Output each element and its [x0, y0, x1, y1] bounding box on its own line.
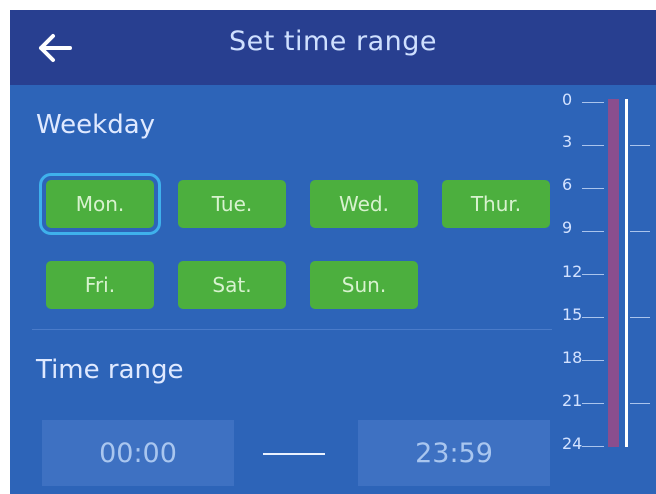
scale-tick	[582, 231, 604, 232]
scale-label-9: 9	[562, 218, 573, 237]
scale-tick	[630, 317, 650, 318]
scale-label-18: 18	[562, 348, 583, 367]
scale-tick	[582, 145, 604, 146]
scale-label-12: 12	[562, 262, 583, 281]
scale-label-6: 6	[562, 175, 573, 194]
scale-tick	[582, 188, 604, 189]
scale-tick	[582, 446, 604, 447]
screen: Set time range Weekday Mon. Tue. Wed. Th…	[10, 10, 656, 494]
day-button-fri[interactable]: Fri.	[46, 261, 154, 309]
day-button-tue[interactable]: Tue.	[178, 180, 286, 228]
scale-tick	[582, 274, 604, 275]
scale-tick	[630, 403, 650, 404]
day-button-wed[interactable]: Wed.	[310, 180, 418, 228]
day-button-thur[interactable]: Thur.	[442, 180, 550, 228]
scale-label-15: 15	[562, 305, 583, 324]
time-range-label: Time range	[36, 355, 184, 385]
scale-label-3: 3	[562, 132, 573, 151]
range-dash	[263, 453, 325, 455]
timeline-bar	[625, 99, 628, 447]
day-button-sun[interactable]: Sun.	[310, 261, 418, 309]
header-bar: Set time range	[10, 10, 656, 85]
scale-tick	[582, 102, 604, 103]
day-button-sat[interactable]: Sat.	[178, 261, 286, 309]
scale-tick	[582, 403, 604, 404]
day-button-mon[interactable]: Mon.	[39, 173, 161, 235]
page-title: Set time range	[228, 26, 437, 57]
range-bar	[608, 99, 619, 447]
scale-tick	[582, 317, 604, 318]
weekday-label: Weekday	[36, 110, 156, 140]
divider	[32, 329, 552, 330]
end-time-field[interactable]: 23:59	[358, 420, 550, 486]
scale-label-0: 0	[562, 90, 573, 109]
scale-tick	[630, 145, 650, 146]
scale-label-21: 21	[562, 391, 583, 410]
scale-tick	[630, 231, 650, 232]
start-time-field[interactable]: 00:00	[42, 420, 234, 486]
scale-label-24: 24	[562, 434, 583, 453]
scale-tick	[582, 360, 604, 361]
